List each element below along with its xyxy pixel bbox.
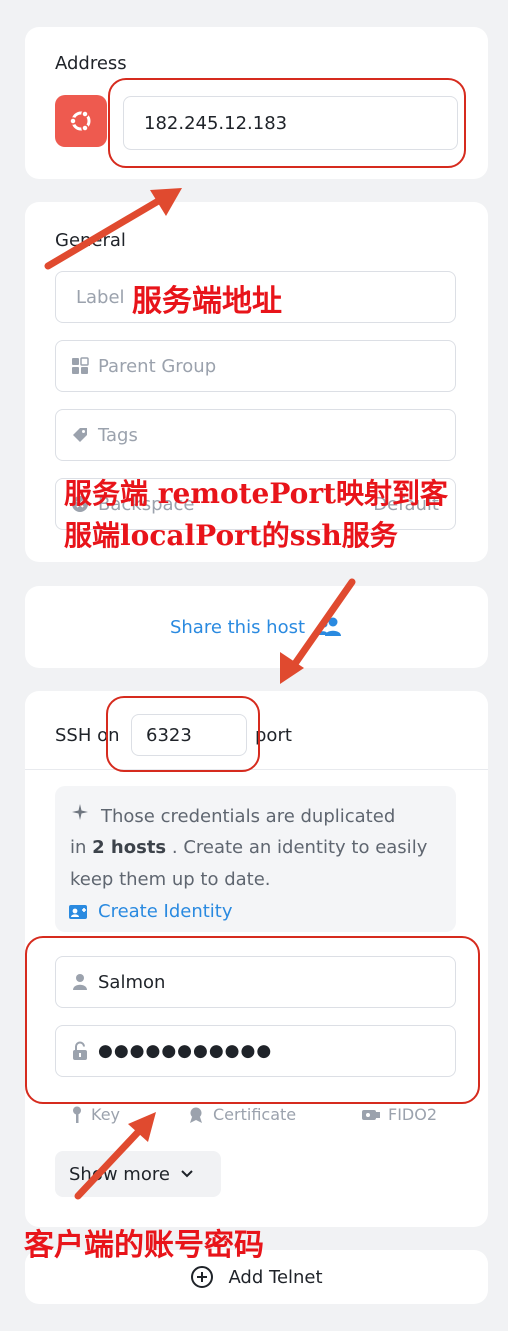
fido-icon	[361, 1108, 381, 1122]
parent-group-placeholder: Parent Group	[98, 355, 217, 377]
share-panel: Share this host	[25, 586, 488, 668]
port-mapping-annotation-line2: 服端localPort的ssh服务	[64, 519, 398, 552]
add-telnet-label: Add Telnet	[228, 1266, 323, 1288]
notice-in: in	[70, 837, 93, 858]
notice-line3: keep them up to date.	[70, 869, 271, 890]
plus-circle-icon	[190, 1265, 214, 1289]
show-more-button[interactable]: Show more	[55, 1151, 221, 1197]
notice-line2: in 2 hosts . Create an identity to easil…	[70, 837, 427, 858]
notice-line1: Those credentials are duplicated	[101, 806, 396, 827]
group-icon	[70, 357, 90, 375]
tags-placeholder: Tags	[98, 424, 138, 446]
notice-rest: . Create an identity to easily	[166, 837, 428, 858]
certificate-label: Certificate	[213, 1105, 297, 1124]
tag-icon	[70, 426, 90, 444]
create-identity-label: Create Identity	[98, 901, 233, 922]
key-icon	[71, 1106, 83, 1124]
key-label: Key	[91, 1105, 121, 1124]
divider	[25, 769, 488, 770]
share-host-button[interactable]: Share this host	[25, 586, 488, 668]
port-highlight-ring	[106, 696, 260, 772]
fido2-option[interactable]: FIDO2	[361, 1105, 437, 1124]
address-heading: Address	[55, 53, 127, 74]
show-more-label: Show more	[69, 1163, 170, 1185]
certificate-option[interactable]: Certificate	[187, 1105, 296, 1124]
identity-icon	[68, 903, 90, 921]
client-account-annotation: 客户端的账号密码	[24, 1228, 264, 1263]
port-mapping-annotation-line1: 服务端 remotePort映射到客	[64, 477, 449, 510]
server-address-annotation: 服务端地址	[132, 284, 282, 319]
general-heading: General	[55, 230, 126, 251]
address-highlight-ring	[108, 78, 466, 168]
sparkle-icon	[71, 803, 91, 827]
certificate-icon	[187, 1106, 205, 1124]
ubuntu-icon	[55, 95, 107, 147]
people-icon	[317, 616, 343, 638]
tags-input[interactable]: Tags	[55, 409, 456, 461]
share-host-label: Share this host	[169, 616, 306, 638]
key-option[interactable]: Key	[71, 1105, 120, 1124]
credentials-highlight-ring	[25, 936, 480, 1104]
notice-hosts: 2 hosts	[92, 837, 167, 858]
chevron-down-icon	[180, 1169, 194, 1179]
create-identity-link[interactable]: Create Identity	[68, 901, 233, 922]
ssh-suffix: port	[255, 725, 292, 746]
parent-group-input[interactable]: Parent Group	[55, 340, 456, 392]
label-placeholder: Label	[76, 286, 125, 308]
fido2-label: FIDO2	[388, 1105, 438, 1124]
